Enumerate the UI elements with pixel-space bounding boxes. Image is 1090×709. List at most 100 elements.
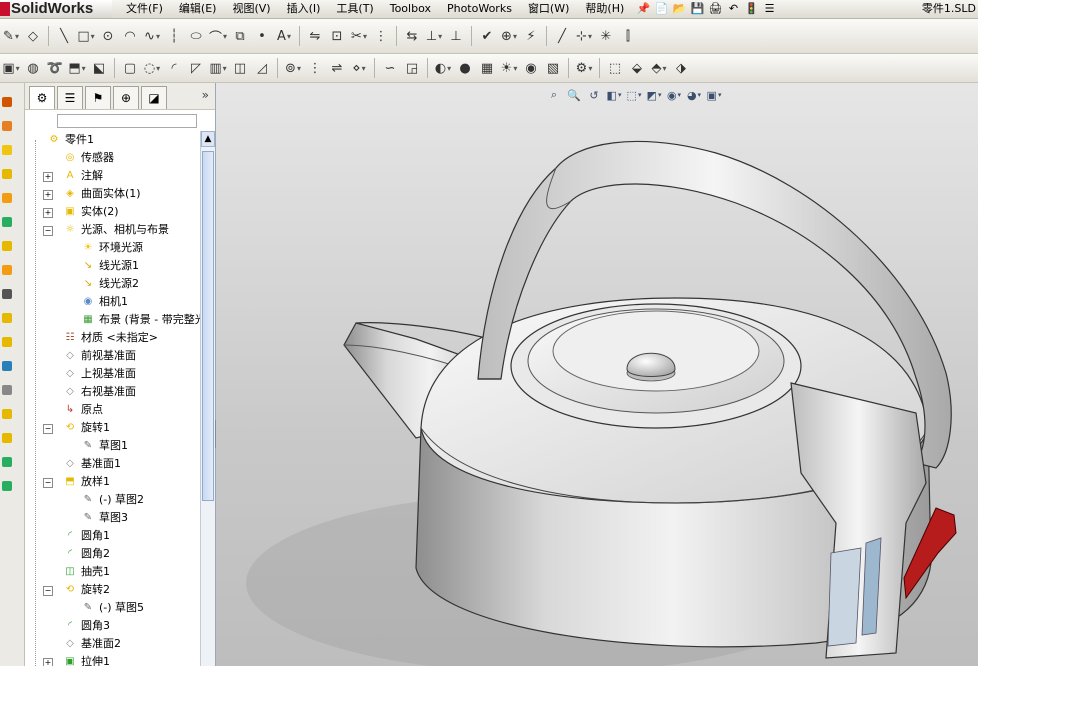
feature-strip-icon[interactable]	[2, 433, 12, 443]
collapse-icon[interactable]: −	[43, 226, 53, 236]
options-icon[interactable]: ⚙	[574, 58, 594, 78]
axis-icon[interactable]: ╱	[552, 26, 572, 46]
apply-scene-icon[interactable]: ▣	[706, 87, 722, 103]
traffic-light-icon[interactable]: 🚦	[744, 1, 759, 16]
render-icon[interactable]: ◐	[433, 58, 453, 78]
menu-item[interactable]: 视图(V)	[224, 0, 278, 18]
open-folder-icon[interactable]: 📂	[672, 1, 687, 16]
repair-sketch-icon[interactable]: ✔	[477, 26, 497, 46]
lofted-boss-icon[interactable]: ⬒	[67, 58, 87, 78]
collapse-icon[interactable]: −	[43, 586, 53, 596]
feature-strip-icon[interactable]	[2, 409, 12, 419]
fillet-sketch-icon[interactable]: ⌒	[208, 26, 228, 46]
display-style-icon[interactable]: ◩	[646, 87, 662, 103]
quick-snaps-icon[interactable]: ⊕	[499, 26, 519, 46]
kettle-model[interactable]	[216, 83, 978, 666]
draft-icon[interactable]: ◿	[252, 58, 272, 78]
expand-icon[interactable]: +	[43, 658, 53, 666]
trim-icon[interactable]: ✂	[349, 26, 369, 46]
more-tabs-button[interactable]: »	[202, 88, 209, 102]
isometric-icon[interactable]: ⬙	[627, 58, 647, 78]
appearance-icon[interactable]: ●	[455, 58, 475, 78]
menu-item[interactable]: PhotoWorks	[439, 0, 520, 18]
linear-pattern-icon[interactable]: ⋮	[305, 58, 325, 78]
scroll-thumb[interactable]	[202, 151, 214, 501]
feature-strip-icon[interactable]	[2, 97, 12, 107]
section-view-icon[interactable]: ◧	[606, 87, 622, 103]
zoom-area-icon[interactable]: 🔍	[566, 87, 582, 103]
expand-icon[interactable]: +	[43, 172, 53, 182]
menu-item[interactable]: 编辑(E)	[171, 0, 225, 18]
extruded-boss-icon[interactable]: ▣	[1, 58, 21, 78]
feature-strip-icon[interactable]	[2, 241, 12, 251]
save-icon[interactable]: 💾	[690, 1, 705, 16]
feature-strip-icon[interactable]	[2, 481, 12, 491]
dimxpert-icon[interactable]: ⊕	[113, 86, 139, 109]
menu-item[interactable]: 工具(T)	[328, 0, 381, 18]
scene-icon[interactable]: ▦	[477, 58, 497, 78]
feature-strip-icon[interactable]	[2, 313, 12, 323]
display-delete-relations-icon[interactable]: ⊥	[424, 26, 444, 46]
lights-icon[interactable]: ☀	[499, 58, 519, 78]
feature-strip-icon[interactable]	[2, 217, 12, 227]
trimetric-icon[interactable]: ⬘	[649, 58, 669, 78]
chamfer-icon[interactable]: ◸	[186, 58, 206, 78]
graphics-area[interactable]: ⌕🔍↺◧⬚◩◉◕▣	[216, 83, 978, 666]
display-manager-icon[interactable]: ◪	[141, 86, 167, 109]
rectangle-icon[interactable]: □	[76, 26, 96, 46]
options-icon[interactable]: ☰	[762, 1, 777, 16]
undo-icon[interactable]: ↶	[726, 1, 741, 16]
ellipse-icon[interactable]: ⬭	[186, 26, 206, 46]
view-orientation-icon[interactable]: ⬚	[626, 87, 642, 103]
spline-icon[interactable]: ∿	[142, 26, 162, 46]
reference-geometry-icon[interactable]: ⋄	[349, 58, 369, 78]
new-document-icon[interactable]: 📄	[654, 1, 669, 16]
extruded-cut-icon[interactable]: ▢	[120, 58, 140, 78]
propertymanager-icon[interactable]: ☰	[57, 86, 83, 109]
featuremanager-icon[interactable]: ⚙	[29, 86, 55, 109]
feature-strip-icon[interactable]	[2, 457, 12, 467]
previous-view-icon[interactable]: ↺	[586, 87, 602, 103]
feature-strip-icon[interactable]	[2, 145, 12, 155]
hide-show-items-icon[interactable]: ◉	[666, 87, 682, 103]
linear-pattern-icon[interactable]: ⋮	[371, 26, 391, 46]
fillet-icon[interactable]: ◜	[164, 58, 184, 78]
feature-strip-icon[interactable]	[2, 121, 12, 131]
shell-icon[interactable]: ◫	[230, 58, 250, 78]
scroll-up-arrow-icon[interactable]: ▲	[201, 131, 215, 147]
smart-dimension-icon[interactable]: ◇	[23, 26, 43, 46]
feature-strip-icon[interactable]	[2, 361, 12, 371]
expand-icon[interactable]: +	[43, 190, 53, 200]
feature-strip-icon[interactable]	[2, 169, 12, 179]
feature-strip-icon[interactable]	[2, 265, 12, 275]
pin-icon[interactable]: 📌	[636, 1, 651, 16]
line-icon[interactable]: ╲	[54, 26, 74, 46]
collapse-icon[interactable]: −	[43, 424, 53, 434]
coordinate-system-icon[interactable]: ⊹	[574, 26, 594, 46]
tree-scrollbar[interactable]: ▲	[200, 131, 215, 666]
print-icon[interactable]: 🖨	[708, 1, 723, 16]
swept-boss-icon[interactable]: ➰	[45, 58, 65, 78]
camera-icon[interactable]: ◉	[521, 58, 541, 78]
decals-icon[interactable]: ▧	[543, 58, 563, 78]
curves-icon[interactable]: ∽	[380, 58, 400, 78]
move-entities-icon[interactable]: ⇆	[402, 26, 422, 46]
sketch-icon[interactable]: ✎	[1, 26, 21, 46]
edit-appearance-icon[interactable]: ◕	[686, 87, 702, 103]
text-icon[interactable]: A	[274, 26, 294, 46]
collapse-icon[interactable]: −	[43, 478, 53, 488]
configuration-icon[interactable]: ⚑	[85, 86, 111, 109]
view-orientation-icon[interactable]: ⬚	[605, 58, 625, 78]
menu-item[interactable]: Toolbox	[382, 0, 439, 18]
arc-icon[interactable]: ◠	[120, 26, 140, 46]
rib-icon[interactable]: ▥	[208, 58, 228, 78]
mirror-feature-icon[interactable]: ⇌	[327, 58, 347, 78]
feature-strip-icon[interactable]	[2, 385, 12, 395]
centerline-icon[interactable]: ┆	[164, 26, 184, 46]
rapid-sketch-icon[interactable]: ⚡	[521, 26, 541, 46]
point-ref-icon[interactable]: ✳	[596, 26, 616, 46]
circle-icon[interactable]: ⊙	[98, 26, 118, 46]
convert-entities-icon[interactable]: ⊡	[327, 26, 347, 46]
boundary-boss-icon[interactable]: ⬕	[89, 58, 109, 78]
menu-item[interactable]: 文件(F)	[118, 0, 171, 18]
